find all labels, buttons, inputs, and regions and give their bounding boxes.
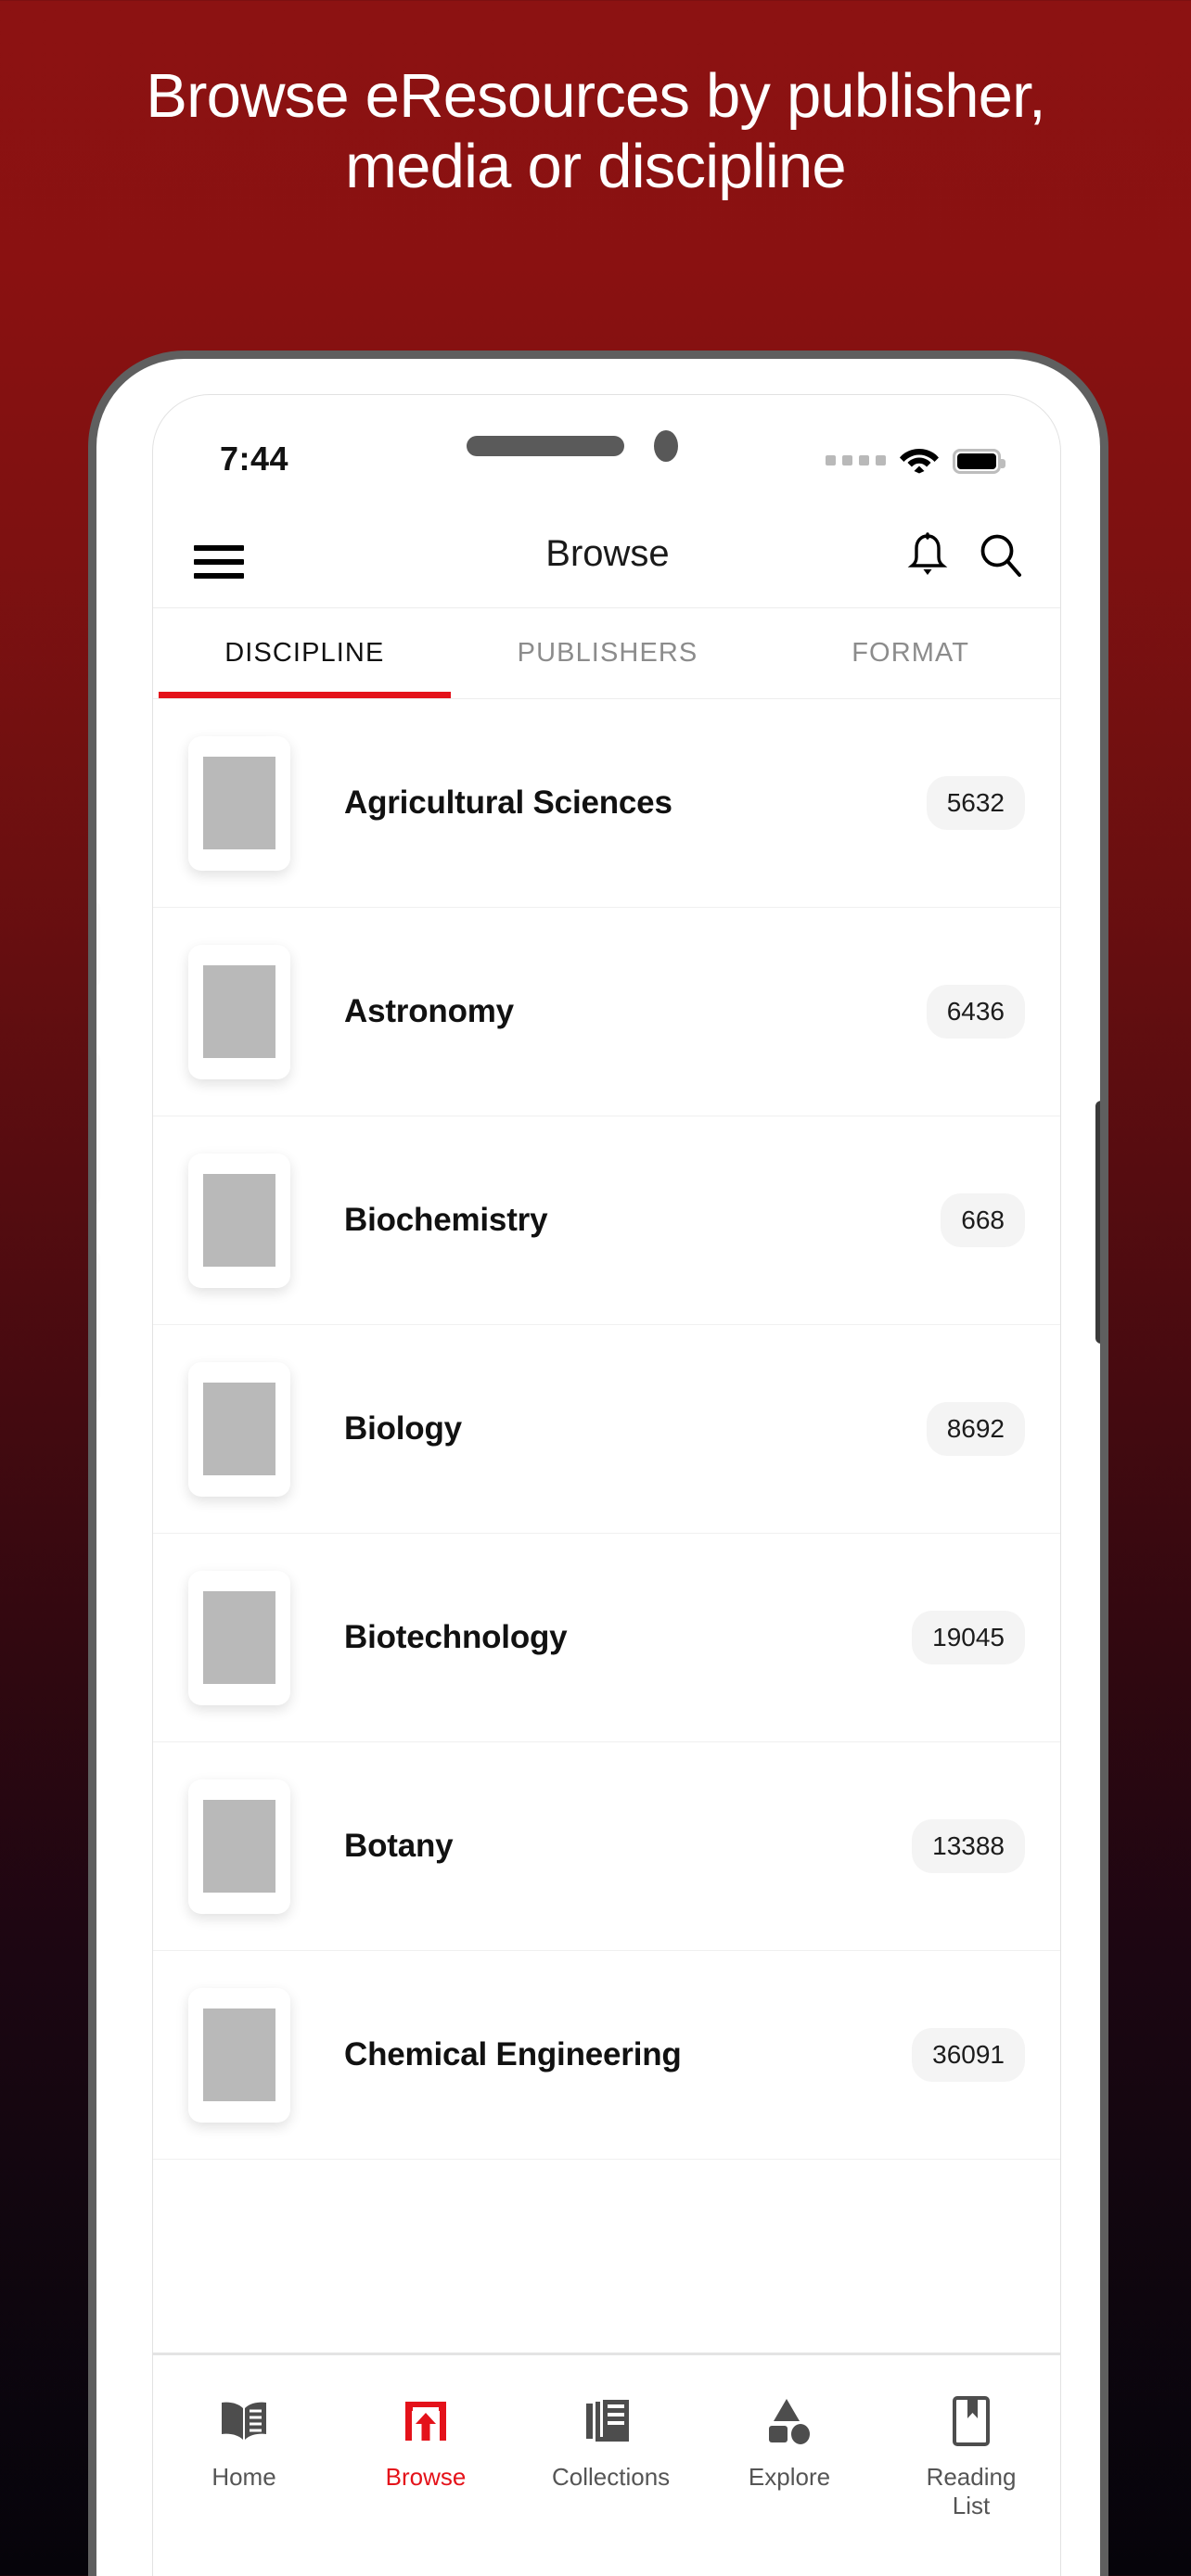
nav-item-home[interactable]: Home — [153, 2392, 335, 2492]
list-item[interactable]: Biotechnology 19045 — [153, 1534, 1060, 1742]
list-item[interactable]: Biology 8692 — [153, 1325, 1060, 1534]
volume-down-button[interactable] — [96, 1251, 100, 1403]
browse-tabs: DISCIPLINE PUBLISHERS FORMAT — [153, 608, 1060, 699]
discipline-list[interactable]: Agricultural Sciences 5632 Astronomy 643… — [153, 699, 1060, 2354]
phone-screen: 7:44 Browse DISCIPLINE PUBLISHERS FORMAT… — [152, 394, 1061, 2576]
discipline-count-badge: 36091 — [912, 2028, 1025, 2082]
phone-body: 7:44 Browse DISCIPLINE PUBLISHERS FORMAT… — [88, 351, 1108, 2576]
app-bar-actions — [906, 532, 1023, 585]
list-item[interactable]: Biochemistry 668 — [153, 1116, 1060, 1325]
discipline-count-badge: 8692 — [926, 1402, 1025, 1456]
tab-format[interactable]: FORMAT — [759, 608, 1060, 698]
discipline-name: Chemical Engineering — [344, 2036, 682, 2072]
phone-notch — [153, 395, 1060, 499]
bell-icon[interactable] — [906, 532, 949, 585]
discipline-name: Agricultural Sciences — [344, 784, 672, 821]
notch-speaker — [467, 436, 624, 456]
phone-mockup: 7:44 Browse DISCIPLINE PUBLISHERS FORMAT… — [88, 351, 1108, 2576]
search-icon[interactable] — [979, 532, 1023, 585]
discipline-count-badge: 5632 — [926, 776, 1025, 830]
list-item[interactable]: Botany 13388 — [153, 1742, 1060, 1951]
silence-switch-button[interactable] — [96, 901, 100, 987]
shapes-explore-icon — [764, 2392, 814, 2450]
bottom-navigation: Home Browse Collections Explore Reading … — [153, 2353, 1060, 2576]
discipline-count-badge: 13388 — [912, 1819, 1025, 1873]
nav-label: Home — [211, 2463, 276, 2491]
nav-label: Browse — [385, 2463, 467, 2491]
promo-headline: Browse eResources by publisher, media or… — [146, 61, 1045, 202]
discipline-thumbnail — [188, 1361, 290, 1497]
notch-camera — [654, 430, 678, 462]
discipline-count-badge: 668 — [941, 1193, 1025, 1247]
browse-upload-box-icon — [402, 2392, 450, 2450]
discipline-thumbnail — [188, 1570, 290, 1705]
discipline-thumbnail — [188, 1153, 290, 1288]
bookmark-icon — [949, 2392, 993, 2450]
list-item[interactable]: Agricultural Sciences 5632 — [153, 699, 1060, 908]
app-bar: Browse — [153, 499, 1060, 608]
nav-label: Collections — [552, 2463, 671, 2491]
nav-item-reading-list[interactable]: Reading List — [880, 2392, 1060, 2519]
discipline-name: Astronomy — [344, 993, 514, 1029]
discipline-thumbnail — [188, 1779, 290, 1914]
nav-label: Explore — [748, 2463, 831, 2491]
discipline-count-badge: 6436 — [926, 985, 1025, 1039]
discipline-name: Botany — [344, 1828, 454, 1864]
list-item[interactable]: Chemical Engineering 36091 — [153, 1951, 1060, 2160]
discipline-name: Biology — [344, 1410, 462, 1447]
nav-item-browse[interactable]: Browse — [335, 2392, 517, 2492]
discipline-count-badge: 19045 — [912, 1611, 1025, 1664]
discipline-name: Biotechnology — [344, 1619, 568, 1655]
list-item[interactable]: Astronomy 6436 — [153, 908, 1060, 1116]
nav-item-explore[interactable]: Explore — [698, 2392, 880, 2492]
nav-label: Reading List — [926, 2463, 1017, 2519]
discipline-thumbnail — [188, 944, 290, 1079]
discipline-thumbnail — [188, 735, 290, 871]
tab-publishers[interactable]: PUBLISHERS — [456, 608, 760, 698]
power-button[interactable] — [1095, 1101, 1100, 1344]
collections-stack-icon — [583, 2392, 633, 2450]
discipline-thumbnail — [188, 1987, 290, 2123]
discipline-name: Biochemistry — [344, 1202, 548, 1238]
tab-discipline[interactable]: DISCIPLINE — [153, 608, 456, 698]
volume-up-button[interactable] — [96, 1052, 100, 1205]
nav-item-collections[interactable]: Collections — [517, 2392, 698, 2492]
open-book-icon — [217, 2392, 271, 2450]
